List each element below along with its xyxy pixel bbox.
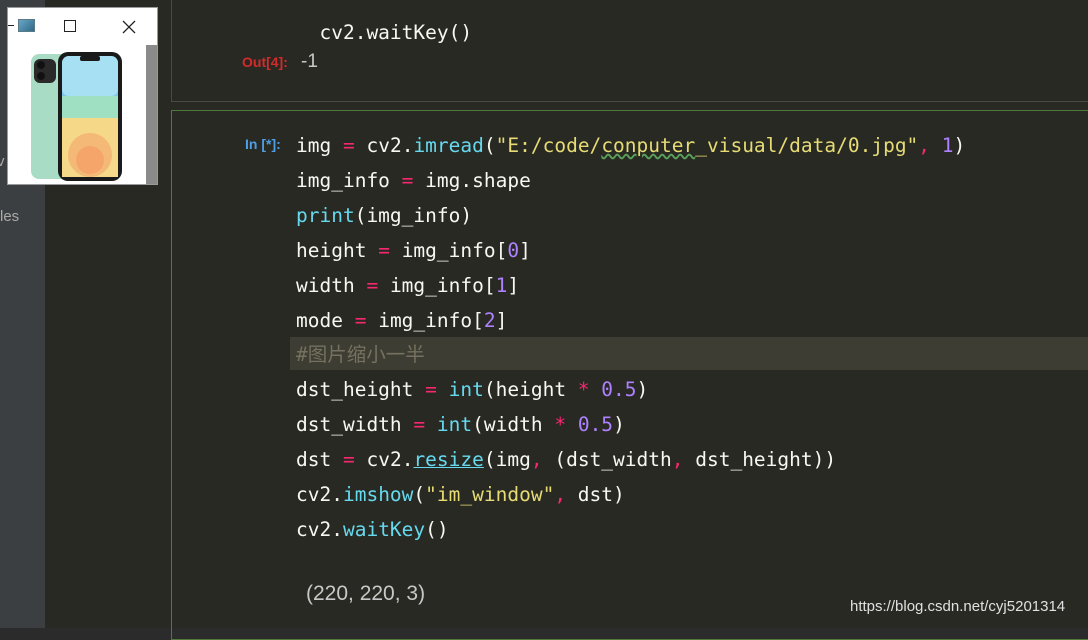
out-prompt: Out[4]: [242,54,288,70]
code-line-2[interactable]: img_info = img.shape [296,163,531,198]
tok: (img_info) [354,204,473,227]
tok: = [366,239,402,262]
code-line-9[interactable]: dst_width = int(width * 0.5) [296,407,625,442]
tok: img_info[ [378,309,484,332]
tok: = [354,274,390,297]
code-line-11[interactable]: cv2.imshow("im_window", dst) [296,477,625,512]
code-line-4[interactable]: height = img_info[0] [296,233,531,268]
tok: waitKey [342,518,426,541]
code-line-7[interactable]: #图片缩小一半 [296,337,425,372]
close-icon[interactable] [120,18,138,36]
prev-code-line: cv2.waitKey() [296,0,472,44]
code-line-3[interactable]: print(img_info) [296,198,472,233]
tok: _visual/data/0.jpg" [695,134,919,157]
tok: , [671,448,696,471]
window-titlebar[interactable] [8,8,157,45]
prev-code-text: cv2.waitKey() [319,21,473,44]
out-value: -1 [301,51,318,72]
tok: cv2. [366,448,414,471]
tok: (img [483,448,531,471]
tok: "E:/code/ [495,134,602,157]
phone-image [8,45,146,184]
sidebar-files-label[interactable]: les [0,208,19,225]
tok: dst_height [296,378,414,401]
tok: () [425,518,449,541]
tok: = [331,134,367,157]
tok: mode [296,309,343,332]
tok: imread [413,134,484,157]
tok: ) [613,413,625,436]
tok: ] [507,274,520,297]
tok: 1 [941,134,954,157]
tok: ) [953,134,966,157]
tok: dst_height)) [695,448,837,471]
tok: (width [472,413,555,436]
tok: , [530,448,555,471]
tok: cv2. [366,134,414,157]
tok: "im_window" [425,483,555,506]
tok: print [296,204,355,227]
tok: width [296,274,355,297]
sidebar-partial-label[interactable]: v [0,153,5,170]
in-prompt: In [*]: [245,136,281,152]
tok: ( [483,134,496,157]
tok: dst) [577,483,625,506]
tok: cv2. [296,518,343,541]
tok: = [389,169,426,192]
tok: = [413,378,449,401]
tok: = [401,413,437,436]
tok: = [331,448,367,471]
tok: 0.5 [601,378,637,401]
tok: , [918,134,942,157]
code-line-8[interactable]: dst_height = int(height * 0.5) [296,372,648,407]
tok: dst_width [296,413,402,436]
tok: imshow [342,483,414,506]
tok [590,378,602,401]
tok: 0 [507,239,520,262]
window-scrollbar[interactable] [146,45,157,184]
tok: (dst_width [554,448,672,471]
window-edge-dash [8,25,14,26]
cell-output: (220, 220, 3) [306,582,426,605]
tok: ( [413,483,426,506]
tok: img.shape [425,169,531,192]
tok: * [554,413,567,436]
tok: img [296,134,332,157]
code-line-10[interactable]: dst = cv2.resize(img, (dst_width, dst_he… [296,442,836,477]
tok: int [448,378,484,401]
tok: height [296,239,367,262]
tok: img_info[ [389,274,496,297]
tok: * [577,378,590,401]
image-window[interactable] [7,7,158,185]
code-line-12[interactable]: cv2.waitKey() [296,512,449,547]
code-line-1[interactable]: img = cv2.imread("E:/code/conputer_visua… [296,128,965,163]
image-app-icon [18,19,35,32]
tok: , [554,483,578,506]
maximize-icon[interactable] [64,20,76,32]
tok: (height [483,378,578,401]
tok: resize [413,448,484,471]
tok: 0.5 [577,413,614,436]
tok: conputer [601,134,696,157]
tok: int [436,413,473,436]
tok: cv2. [296,483,343,506]
tok: = [342,309,379,332]
tok: img_info[ [401,239,508,262]
tok: 2 [483,309,496,332]
tok [566,413,578,436]
tok: ) [636,378,649,401]
tok: ] [495,309,508,332]
watermark: https://blog.csdn.net/cyj5201314 [850,598,1066,615]
code-line-6[interactable]: mode = img_info[2] [296,303,507,338]
tok: img_info [296,169,390,192]
tok: dst [296,448,332,471]
code-line-5[interactable]: width = img_info[1] [296,268,519,303]
tok: 1 [495,274,508,297]
comment-token: #图片缩小一半 [296,343,425,366]
tok: ] [519,239,531,262]
